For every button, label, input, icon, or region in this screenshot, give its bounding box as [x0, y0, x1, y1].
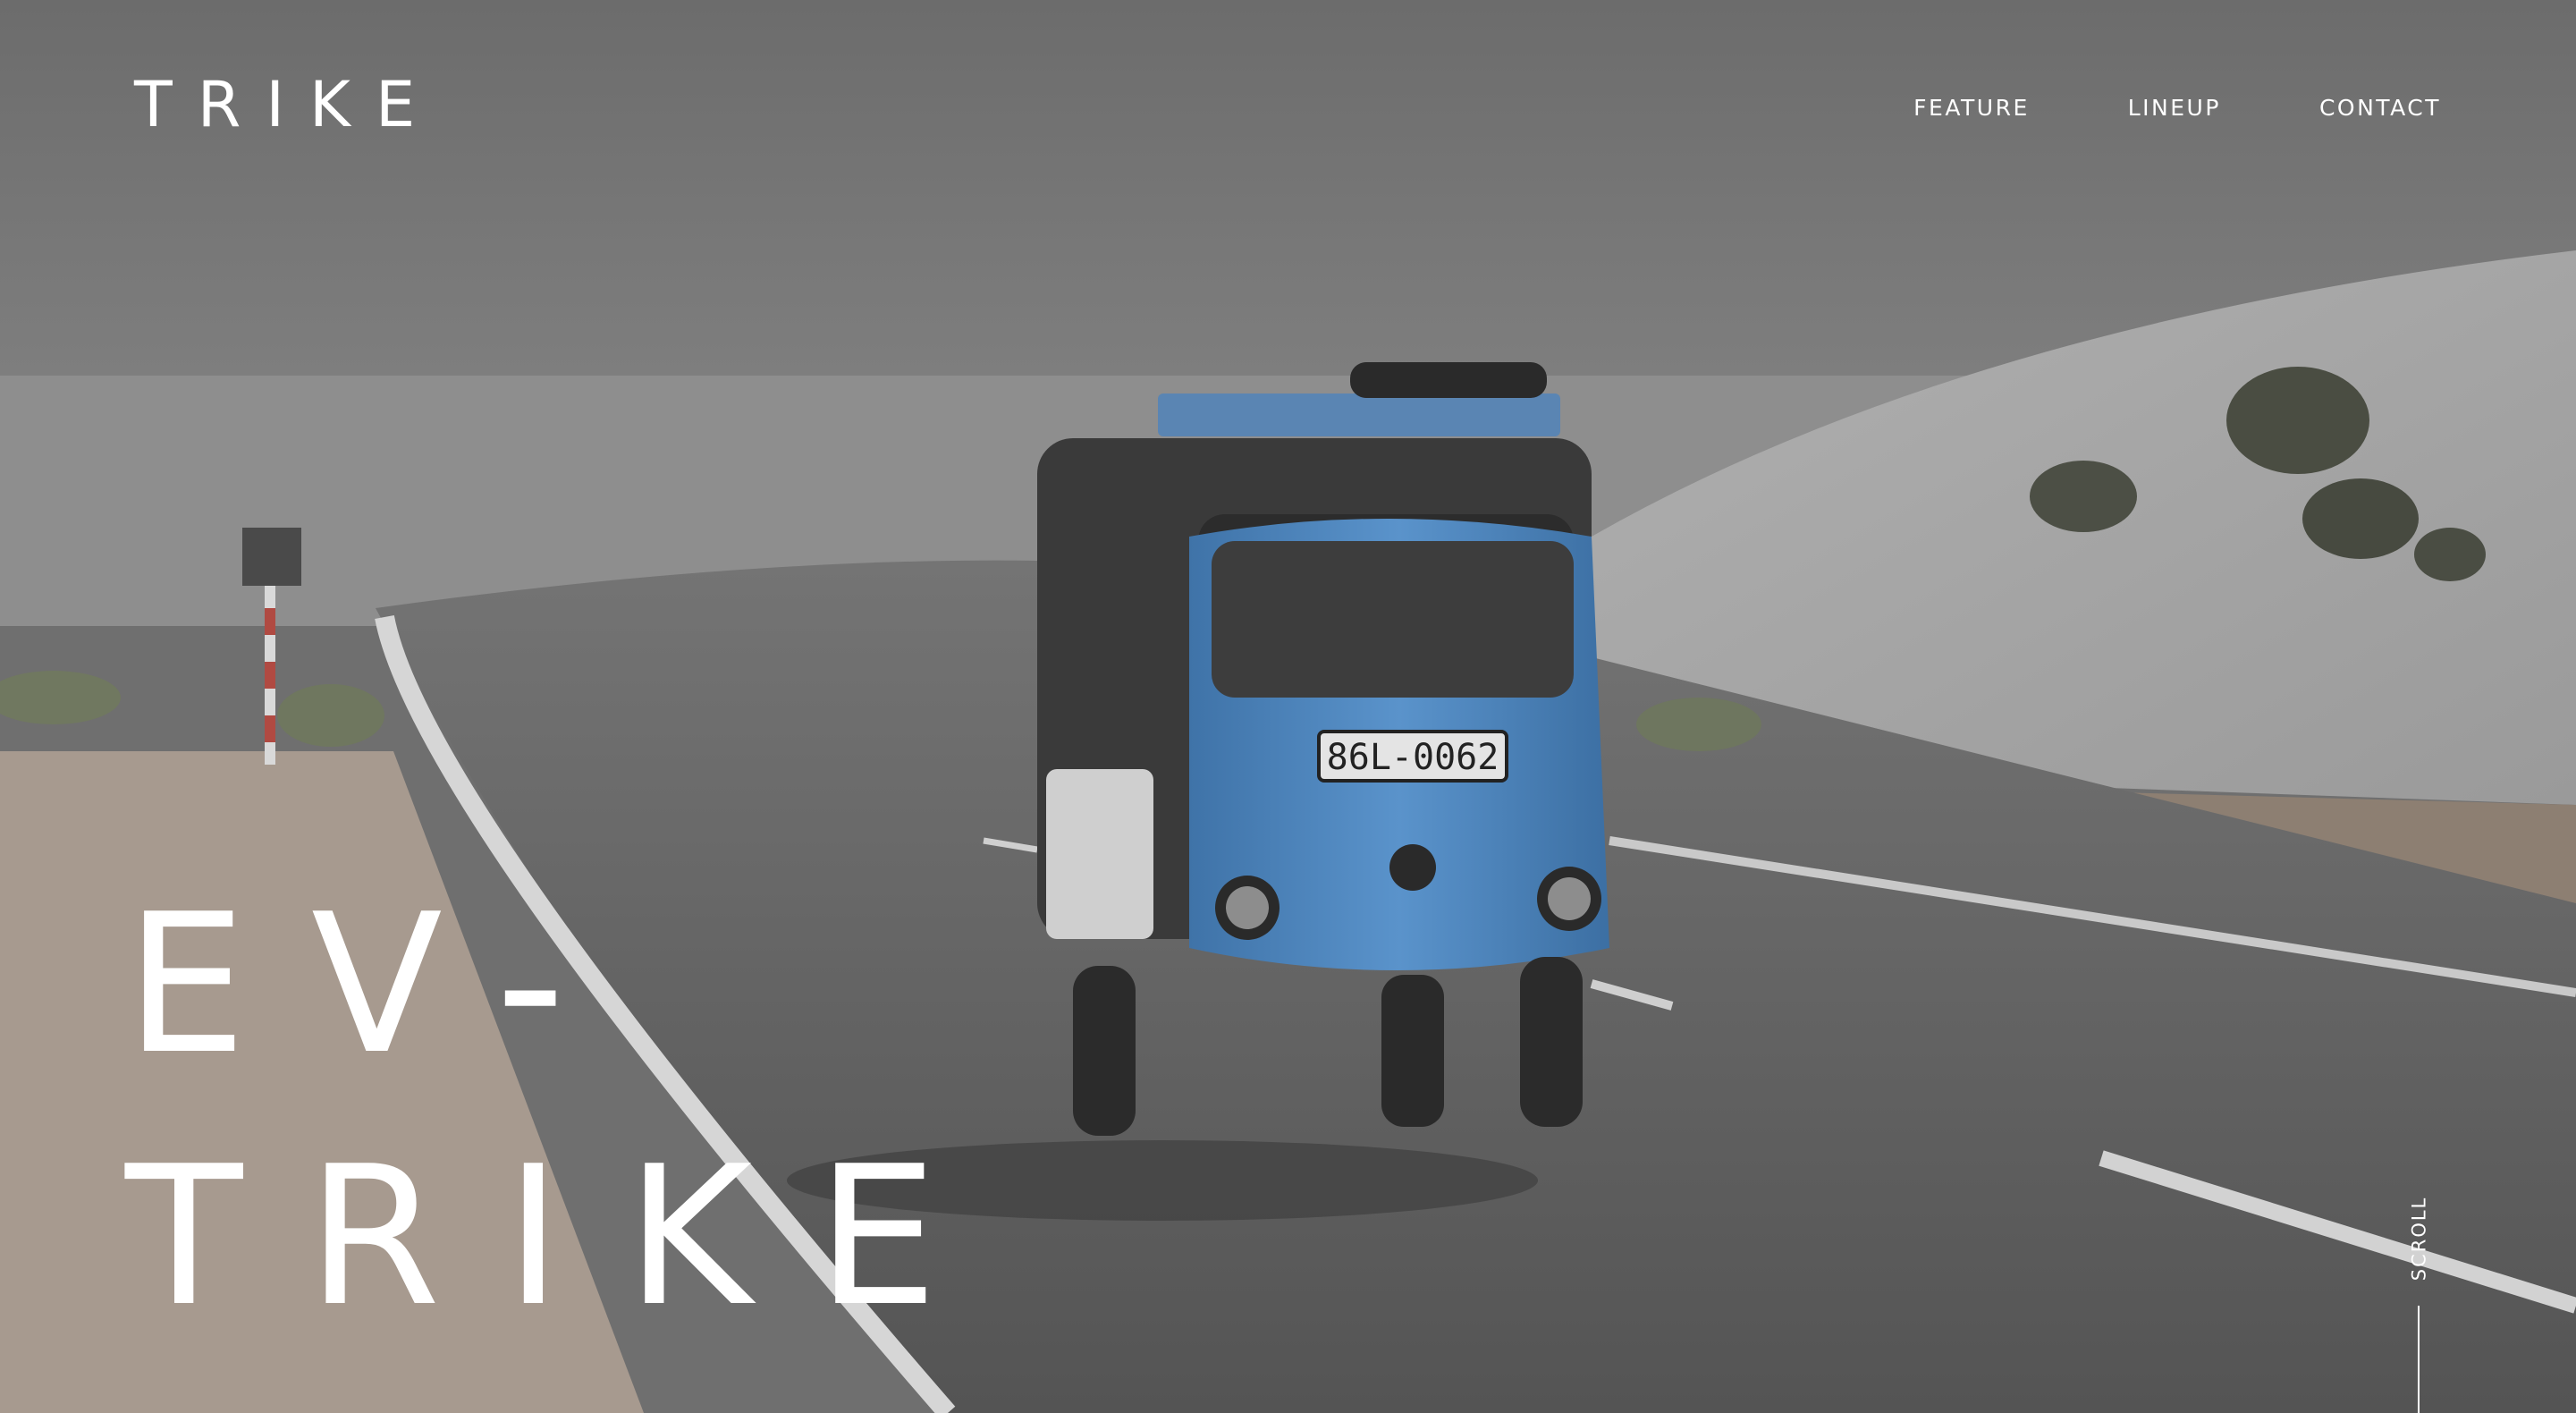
nav-item-lineup: LINEUP: [2128, 97, 2221, 119]
scroll-label-wrap: SCROLL: [2405, 1194, 2432, 1283]
nav-item-contact: CONTACT: [2319, 97, 2441, 119]
scroll-indicator[interactable]: SCROLL: [2405, 1194, 2432, 1413]
scroll-line: [2418, 1306, 2420, 1413]
nav-link-contact[interactable]: CONTACT: [2319, 97, 2441, 119]
nav-link-feature[interactable]: FEATURE: [1913, 97, 2030, 119]
main-nav: FEATURE LINEUP CONTACT: [1913, 97, 2441, 119]
nav-link-lineup[interactable]: LINEUP: [2128, 97, 2221, 119]
hero-headline-line2: TRIKE: [125, 1124, 1002, 1349]
nav-item-feature: FEATURE: [1913, 97, 2030, 119]
site-logo[interactable]: TRIKE: [134, 73, 440, 136]
hero-headline-line1: EV-: [125, 872, 629, 1096]
hero-section: 86L-0062 TRIKE FEATURE LINEUP CONTACT EV…: [0, 0, 2576, 1413]
svg-text:86L-0062: 86L-0062: [1327, 737, 1499, 778]
hero-headline: EV- TRIKE: [125, 859, 1002, 1363]
scroll-label: SCROLL: [2408, 1196, 2430, 1282]
